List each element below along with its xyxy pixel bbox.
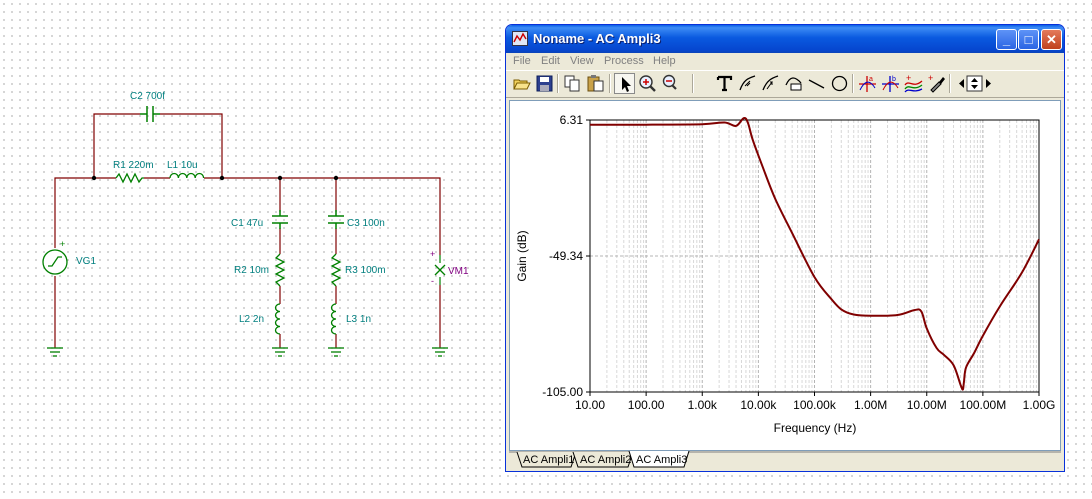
ac-analysis-window[interactable]: Noname - AC Ampli3 _ □ ✕ File Edit View … [505, 24, 1065, 472]
ground-symbols [47, 347, 448, 357]
toolbar: a b + + [506, 70, 1064, 98]
resistor-r3[interactable] [330, 253, 342, 287]
color-picker-icon[interactable]: + [926, 73, 947, 94]
text-tool-icon[interactable] [714, 73, 735, 94]
copy-icon[interactable] [562, 73, 583, 94]
toolbar-separator [557, 74, 559, 93]
curve-label-icon[interactable] [783, 73, 804, 94]
l1-label: L1 10u [167, 160, 198, 171]
x-tick-label: 1.00M [854, 398, 887, 412]
svg-text:AC Ampli2: AC Ampli2 [580, 454, 631, 466]
x-tick-label: 10.00k [740, 398, 777, 412]
menu-help[interactable]: Help [653, 55, 676, 67]
line-tool-icon[interactable] [806, 73, 827, 94]
svg-text:a: a [869, 76, 873, 83]
menu-view[interactable]: View [570, 55, 594, 67]
curve-marker-icon[interactable] [737, 73, 758, 94]
menu-bar: File Edit View Process Help [506, 53, 1064, 70]
minimize-button[interactable]: _ [996, 29, 1017, 50]
svg-text:-: - [431, 276, 434, 286]
svg-text:b: b [892, 76, 896, 83]
y-axis-title: Gain (dB) [515, 230, 529, 281]
svg-text:+: + [60, 239, 65, 249]
y-tick-label: 6.31 [560, 113, 584, 127]
x-tick-label: 100.00k [793, 398, 837, 412]
vm1-label: VM1 [448, 266, 469, 277]
sheet-tab-bar: AC Ampli1 AC Ampli2 AC Ampli3 [509, 450, 1061, 469]
x-tick-label: 10.00M [907, 398, 947, 412]
svg-text:+: + [906, 73, 911, 83]
r1-label: R1 220m [113, 160, 154, 171]
resistor-r2[interactable] [274, 253, 286, 287]
l3-label: L3 1n [346, 314, 371, 325]
svg-text:AC Ampli3: AC Ampli3 [636, 454, 687, 466]
tick-labels: 10.00 100.00 1.00k 10.00k 100.00k 1.00M 10.00M… [542, 113, 1055, 412]
gain-frequency-chart[interactable]: 10.00 100.00 1.00k 10.00k 100.00k 1.00M 10.00M… [510, 101, 1060, 450]
save-disk-icon[interactable] [534, 73, 555, 94]
open-folder-icon[interactable] [511, 73, 532, 94]
x-tick-label: 10.00 [575, 398, 605, 412]
circuit-schematic[interactable]: C2 700f R1 220m L1 10u + VG1 C1 47u R2 1… [0, 0, 500, 499]
svg-text:+: + [430, 249, 435, 259]
x-tick-label: 1.00G [1023, 398, 1056, 412]
chart-grid [589, 120, 1039, 392]
cursor-b-icon[interactable]: b [880, 73, 901, 94]
c3-label: C3 100n [347, 218, 385, 229]
tab-ac-ampli3[interactable]: AC Ampli3 [628, 450, 690, 468]
vg1-label: VG1 [76, 256, 96, 267]
tab-ac-ampli1[interactable]: AC Ampli1 [516, 451, 577, 468]
navigate-arrows-icon[interactable] [954, 73, 996, 94]
toolbar-separator [609, 74, 611, 93]
menu-process[interactable]: Process [604, 55, 644, 67]
menu-edit[interactable]: Edit [541, 55, 560, 67]
arrow-cursor-icon[interactable] [614, 73, 635, 94]
y-tick-label: -49.34 [549, 249, 583, 263]
gain-plot-area[interactable]: 10.00 100.00 1.00k 10.00k 100.00k 1.00M 10.00M… [509, 100, 1061, 451]
l2-label: L2 2n [239, 314, 264, 325]
paste-icon[interactable] [585, 73, 606, 94]
diagram-app-icon [512, 31, 528, 46]
x-tick-label: 100.00 [628, 398, 665, 412]
schematic-wires [54, 113, 441, 348]
window-title: Noname - AC Ampli3 [533, 31, 661, 46]
zoom-in-icon[interactable] [637, 73, 658, 94]
toolbar-separator [852, 74, 854, 93]
capacitor-c1[interactable] [272, 210, 288, 229]
add-curve-icon[interactable]: + [903, 73, 924, 94]
title-bar[interactable]: Noname - AC Ampli3 _ □ ✕ [506, 25, 1064, 53]
maximize-button[interactable]: □ [1018, 29, 1039, 50]
x-tick-label: 1.00k [688, 398, 718, 412]
x-tick-label: 100.00M [960, 398, 1007, 412]
gain-curve[interactable] [590, 116, 1040, 391]
c2-label: C2 700f [130, 91, 165, 102]
resistor-r1[interactable] [115, 172, 144, 184]
inductor-l1[interactable] [169, 172, 205, 179]
capacitor-c2[interactable] [140, 106, 160, 122]
menu-file[interactable]: File [513, 55, 531, 67]
y-tick-label: -105.00 [542, 385, 583, 399]
cursor-a-icon[interactable]: a [857, 73, 878, 94]
svg-text:+: + [928, 73, 933, 83]
r2-label: R2 10m [234, 265, 269, 276]
voltmeter-vm1[interactable]: + - [430, 249, 446, 286]
ellipse-tool-icon[interactable] [829, 73, 850, 94]
svg-text:AC Ampli1: AC Ampli1 [523, 454, 574, 466]
toolbar-separator [949, 74, 951, 93]
c1-label: C1 47u [231, 218, 263, 229]
close-button[interactable]: ✕ [1041, 29, 1062, 50]
curve-arrow-icon[interactable] [760, 73, 781, 94]
inductor-l2[interactable] [274, 303, 281, 335]
toolbar-separator [692, 74, 694, 93]
tab-ac-ampli2[interactable]: AC Ampli2 [572, 451, 634, 468]
x-axis-title: Frequency (Hz) [774, 421, 857, 435]
zoom-100-icon[interactable] [660, 73, 681, 94]
inductor-l3[interactable] [330, 303, 337, 335]
capacitor-c3[interactable] [328, 210, 344, 229]
r3-label: R3 100m [345, 265, 386, 276]
